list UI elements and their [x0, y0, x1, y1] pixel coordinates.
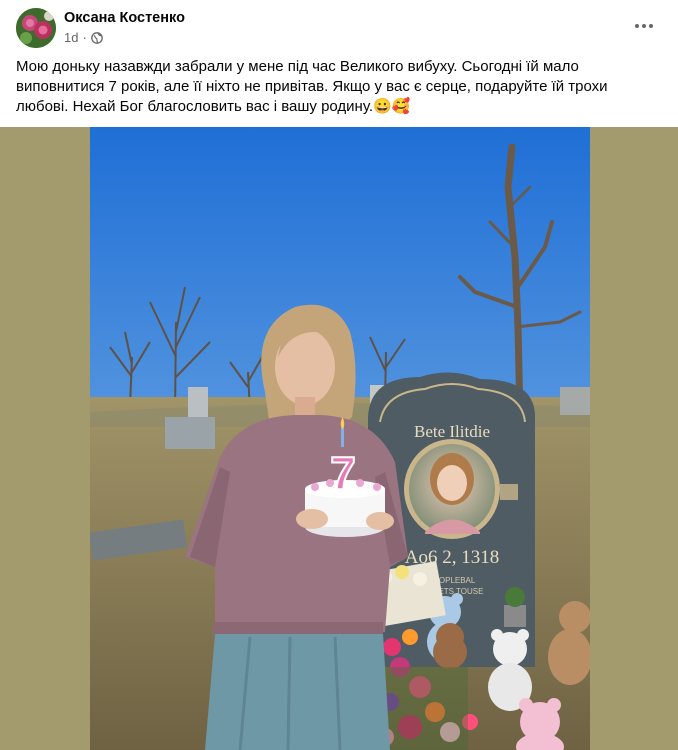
globe-icon — [90, 31, 103, 44]
post-header: Оксана Костенко 1d · — [0, 0, 678, 52]
post-photo-container[interactable]: Bete Ilitdie Ao6 2, 1318 CIIOPLEBAL OSJI… — [0, 127, 678, 750]
author-avatar[interactable] — [16, 8, 56, 48]
post-text: Мою доньку назавжди забрали у мене під ч… — [16, 58, 608, 115]
more-options-icon[interactable] — [630, 14, 658, 38]
post-time[interactable]: 1d — [64, 30, 78, 45]
candle-number: 7 — [330, 447, 356, 499]
headstone-name: Bete Ilitdie — [414, 422, 490, 441]
facebook-post: Оксана Костенко 1d · Мою доньку назавжди… — [0, 0, 678, 750]
author-name[interactable]: Оксана Костенко — [64, 10, 185, 26]
meta-separator: · — [82, 30, 87, 45]
post-photo[interactable]: Bete Ilitdie Ao6 2, 1318 CIIOPLEBAL OSJI… — [90, 127, 590, 750]
post-meta: 1d · — [64, 30, 103, 45]
